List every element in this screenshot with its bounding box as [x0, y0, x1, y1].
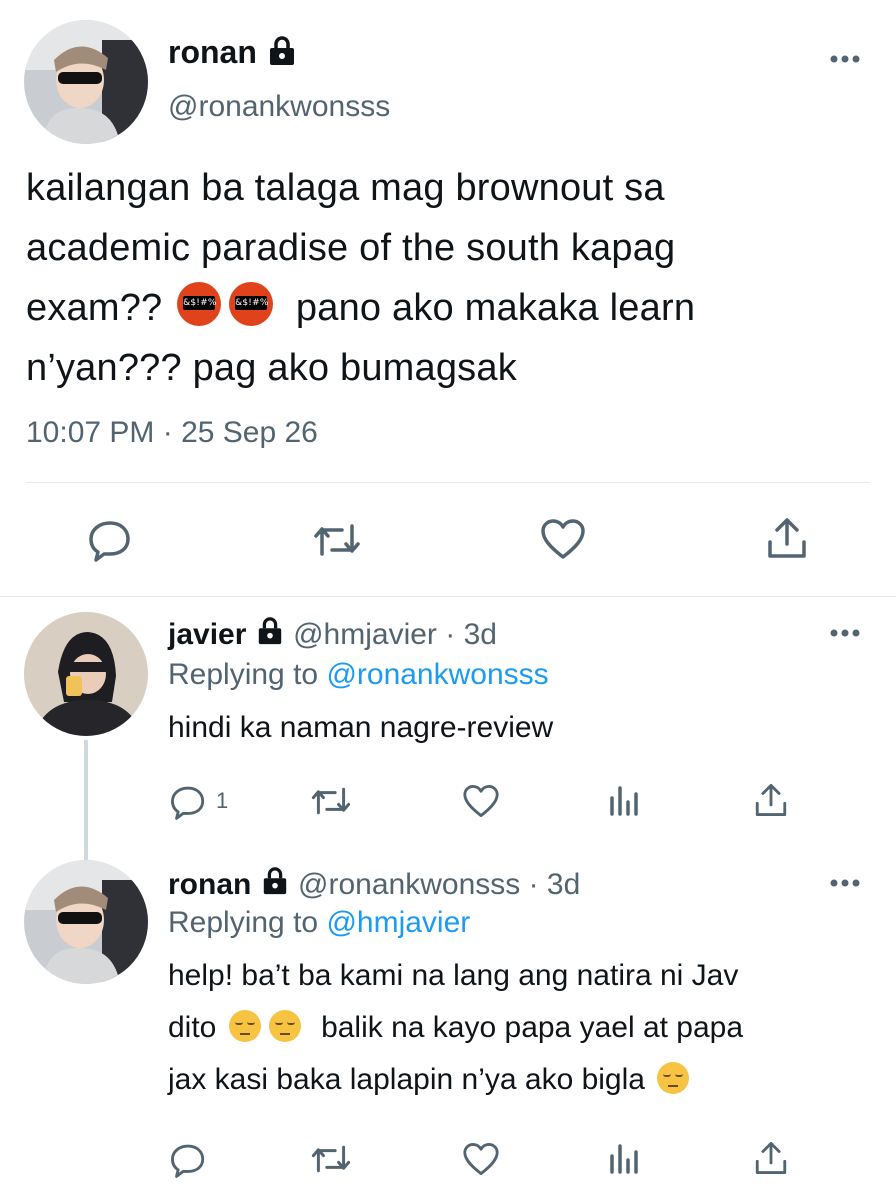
replying-to: Replying to @ronankwonsss	[168, 658, 549, 691]
author-handle[interactable]: @hmjavier	[293, 618, 437, 651]
author-handle[interactable]: @ronankwonsss	[298, 868, 520, 901]
reply-icon[interactable]	[170, 1142, 206, 1178]
reply-time[interactable]: · 3d	[529, 868, 581, 901]
avatar[interactable]	[24, 20, 148, 144]
pensive-emoji-icon	[657, 1062, 690, 1094]
lock-icon	[266, 35, 298, 75]
retweet-icon[interactable]	[310, 784, 352, 818]
avatar[interactable]	[24, 612, 148, 736]
angry-emoji-icon: &$!#%	[229, 282, 274, 326]
author-handle[interactable]: @ronankwonsss	[168, 88, 390, 126]
tweet-text: kailangan ba talaga mag brownout sa acad…	[26, 167, 696, 389]
pensive-emoji-icon	[268, 1010, 301, 1042]
lock-icon	[260, 867, 290, 905]
mention-link[interactable]: @hmjavier	[326, 906, 470, 939]
pensive-emoji-icon	[228, 1010, 261, 1042]
retweet-icon[interactable]	[310, 1142, 352, 1176]
more-options-icon[interactable]	[828, 626, 862, 640]
replying-to: Replying to @hmjavier	[168, 906, 471, 939]
reply-text: hindi ka naman nagre-review	[168, 711, 554, 744]
thread-connector	[84, 740, 88, 860]
reply-icon[interactable]	[170, 784, 206, 820]
divider	[26, 482, 870, 483]
analytics-icon[interactable]	[608, 1142, 638, 1176]
author-name[interactable]: javier	[168, 618, 246, 651]
timestamp[interactable]: 10:07 PM · 25 Sep 26	[26, 414, 318, 452]
like-icon[interactable]	[462, 1142, 500, 1176]
more-options-icon[interactable]	[828, 876, 862, 890]
retweet-icon[interactable]	[312, 520, 362, 560]
like-icon[interactable]	[462, 784, 500, 818]
share-icon[interactable]	[754, 1140, 788, 1176]
more-options-icon[interactable]	[828, 52, 862, 66]
divider	[0, 596, 896, 597]
analytics-icon[interactable]	[608, 784, 638, 818]
share-icon[interactable]	[754, 782, 788, 818]
share-icon[interactable]	[766, 516, 808, 560]
author-name[interactable]: ronan	[168, 868, 251, 901]
reply-time[interactable]: · 3d	[445, 618, 497, 651]
reply-count: 1	[216, 788, 229, 813]
avatar[interactable]	[24, 860, 148, 984]
reply-icon[interactable]	[88, 518, 132, 562]
mention-link[interactable]: @ronankwonsss	[326, 658, 548, 691]
like-icon[interactable]	[540, 518, 586, 560]
reply-text: help! ba’t ba kami na lang ang natira ni…	[168, 959, 744, 1096]
angry-emoji-icon: &$!#%	[177, 282, 222, 326]
lock-icon	[255, 617, 285, 655]
author-name[interactable]: ronan	[168, 34, 257, 70]
